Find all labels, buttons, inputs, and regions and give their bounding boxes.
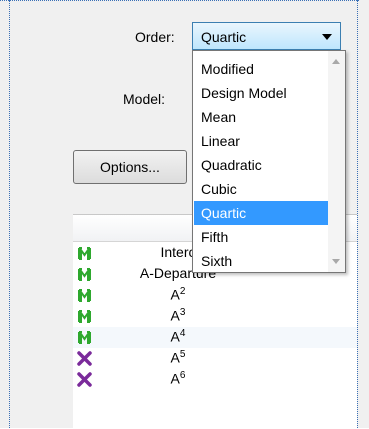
dropdown-option-sixth[interactable]: Sixth: [194, 249, 329, 273]
term-exponent: 5: [179, 349, 186, 360]
dropdown-option-mean[interactable]: Mean: [194, 105, 329, 129]
scroll-down-icon[interactable]: [332, 259, 340, 264]
term-label: A4: [73, 328, 283, 345]
term-name: Interc: [160, 244, 196, 260]
focus-border-right: [357, 0, 359, 428]
term-exponent: 6: [179, 370, 186, 381]
term-name: A: [170, 286, 180, 303]
term-exponent: 4: [179, 328, 186, 339]
design-panel: Order: Quartic Model: Options... Interc A…: [0, 0, 369, 429]
term-exponent: 3: [179, 307, 186, 318]
options-button[interactable]: Options...: [73, 150, 187, 184]
dropdown-option-modified[interactable]: Modified: [194, 57, 329, 81]
term-name: A: [170, 328, 180, 345]
dropdown-option-linear[interactable]: Linear: [194, 129, 329, 153]
table-row[interactable]: A3: [73, 306, 357, 327]
term-name: A: [170, 370, 180, 387]
focus-border-top: [0, 0, 359, 2]
dropdown-option-cubic[interactable]: Cubic: [194, 177, 329, 201]
term-name: A: [170, 349, 180, 366]
term-label: A5: [73, 349, 283, 366]
dropdown-scrollbar[interactable]: [328, 51, 345, 272]
chevron-down-icon[interactable]: [322, 34, 332, 40]
dropdown-option-quartic[interactable]: Quartic: [194, 201, 329, 225]
model-label: Model:: [123, 91, 166, 107]
table-row[interactable]: A2: [73, 285, 357, 306]
term-label: A2: [73, 286, 283, 303]
table-row[interactable]: A6: [73, 369, 357, 390]
order-dropdown-list[interactable]: Modified Design Model Mean Linear Quadratic C…: [192, 50, 346, 273]
dropdown-option-fifth[interactable]: Fifth: [194, 225, 329, 249]
term-name: A: [170, 307, 180, 324]
dropdown-option-design-model[interactable]: Design Model: [194, 81, 329, 105]
order-select-value: Quartic: [201, 29, 247, 45]
dropdown-option-quadratic[interactable]: Quadratic: [194, 153, 329, 177]
term-label: A3: [73, 307, 283, 324]
term-label: A6: [73, 370, 283, 387]
scroll-up-icon[interactable]: [332, 59, 340, 64]
focus-border-left: [9, 0, 11, 428]
table-row[interactable]: A4: [73, 327, 357, 348]
order-select[interactable]: Quartic: [192, 22, 341, 50]
table-row[interactable]: A5: [73, 348, 357, 369]
term-exponent: 2: [179, 286, 186, 297]
order-label: Order:: [135, 29, 175, 45]
